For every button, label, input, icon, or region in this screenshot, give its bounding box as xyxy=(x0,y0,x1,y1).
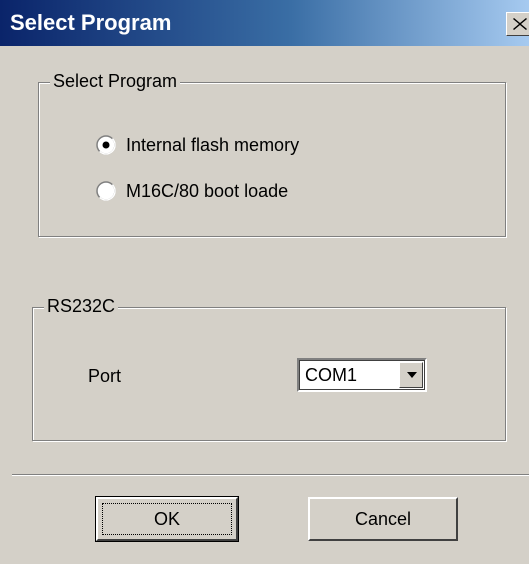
radio-selected-icon xyxy=(96,135,116,155)
select-program-group xyxy=(38,82,506,237)
ok-button-label: OK xyxy=(153,509,180,529)
select-program-dialog: Select Program Select Program Internal f… xyxy=(0,0,529,564)
radio-unselected-icon xyxy=(96,181,116,201)
dialog-title: Select Program xyxy=(10,10,172,35)
port-label: Port xyxy=(88,366,122,386)
radio-m16c80-boot-loader[interactable]: M16C/80 boot loade xyxy=(96,180,326,202)
cancel-button[interactable]: Cancel xyxy=(308,497,458,541)
title-bar[interactable]: Select Program xyxy=(0,0,529,46)
radio-internal-flash-memory[interactable]: Internal flash memory xyxy=(96,134,336,156)
port-select[interactable]: COM1 xyxy=(297,358,427,392)
select-program-group-label: Select Program xyxy=(50,70,181,92)
close-button[interactable] xyxy=(506,12,529,36)
radio-m16c80-boot-loader-label: M16C/80 boot loade xyxy=(126,181,289,201)
rs232c-group-label: RS232C xyxy=(44,295,119,317)
port-select-value: COM1 xyxy=(305,365,358,385)
separator xyxy=(12,474,529,476)
chevron-down-icon xyxy=(407,372,417,378)
close-icon xyxy=(513,18,527,30)
radio-internal-flash-memory-label: Internal flash memory xyxy=(126,135,300,155)
port-select-dropdown-button[interactable] xyxy=(399,362,423,388)
cancel-button-label: Cancel xyxy=(354,509,412,529)
ok-button[interactable]: OK xyxy=(95,496,239,542)
